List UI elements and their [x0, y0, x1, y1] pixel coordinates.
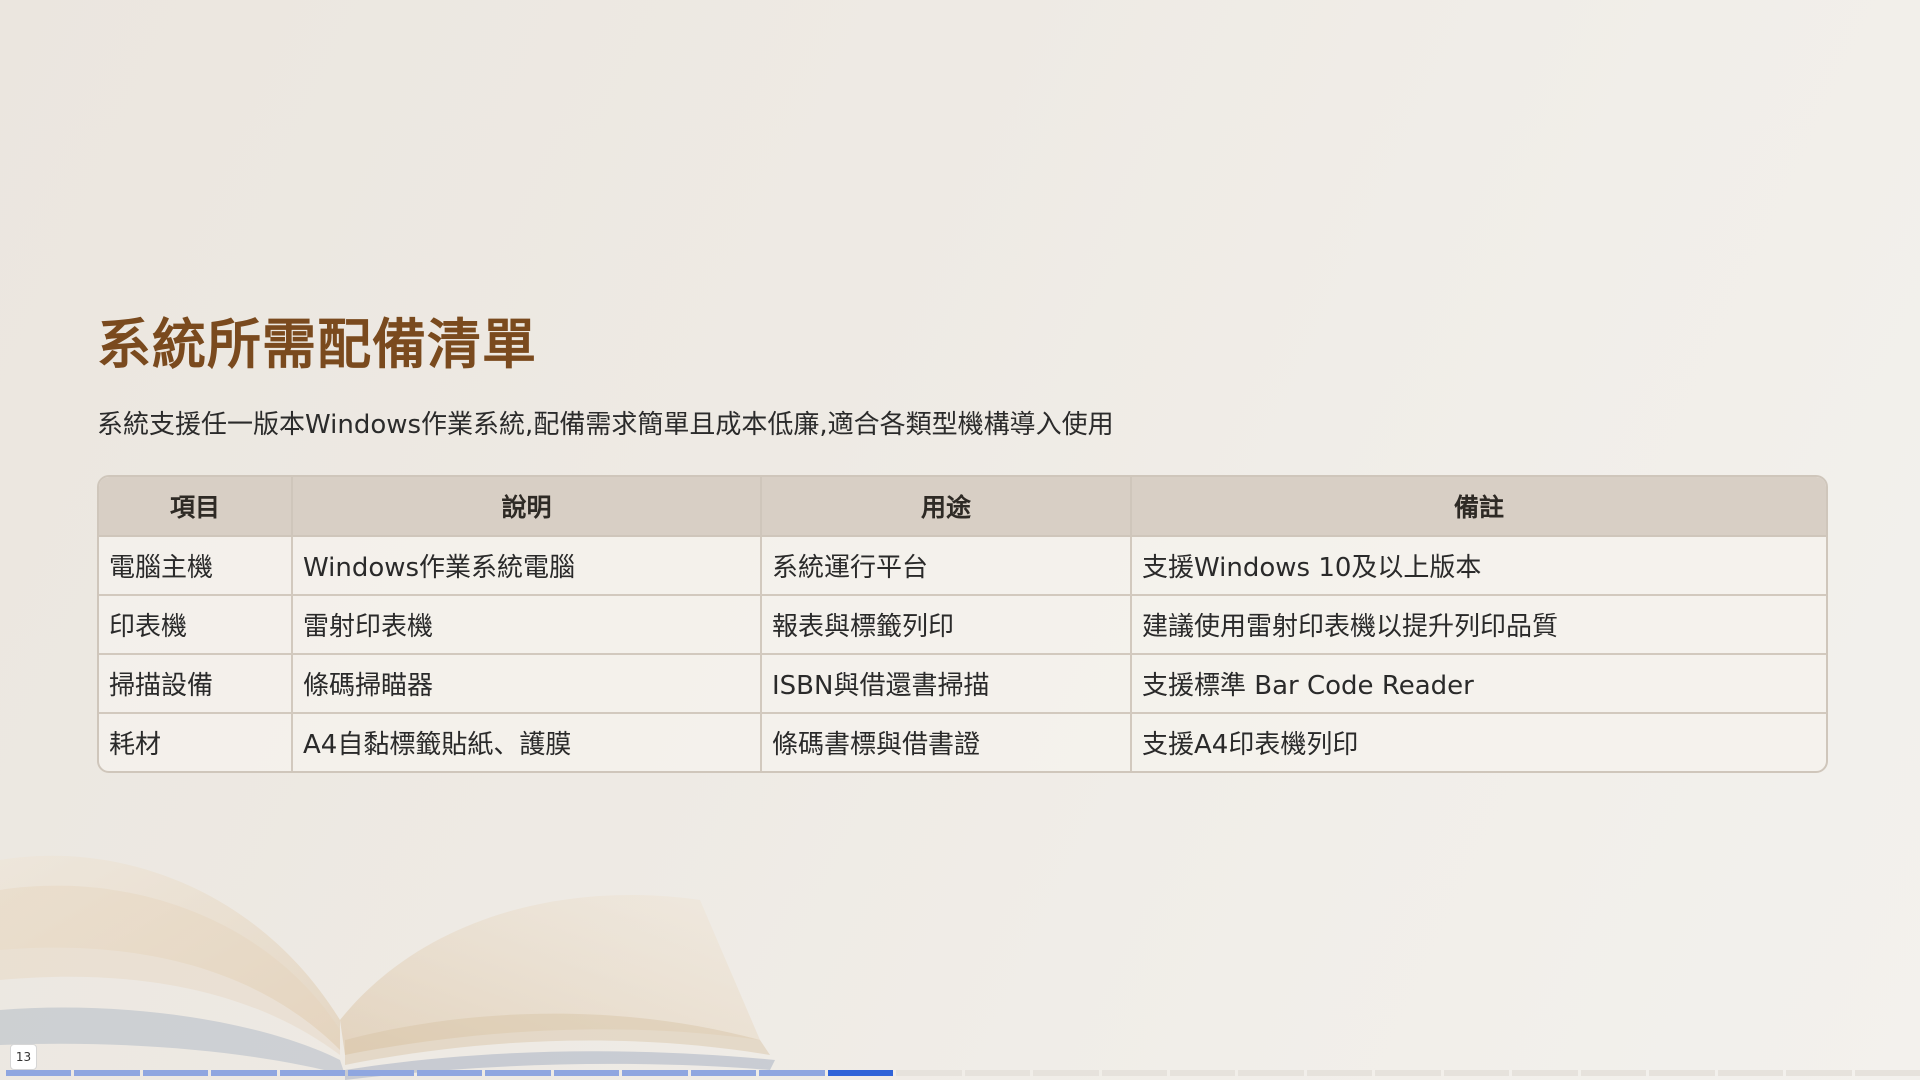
progress-segment[interactable] — [1717, 1070, 1784, 1076]
table-row: 掃描設備 條碼掃瞄器 ISBN與借還書掃描 支援標準 Bar Code Read… — [99, 654, 1826, 714]
progress-segment[interactable] — [1306, 1070, 1373, 1076]
progress-segment[interactable] — [1169, 1070, 1236, 1076]
progress-segment[interactable] — [348, 1070, 414, 1076]
table-cell: 電腦主機 — [99, 536, 293, 596]
progress-segment[interactable] — [279, 1070, 346, 1076]
column-header-description: 說明 — [292, 477, 762, 537]
table-cell: 掃描設備 — [99, 654, 293, 714]
progress-segment[interactable] — [1101, 1070, 1167, 1076]
equipment-table: 項目 說明 用途 備註 電腦主機 Windows作業系統電腦 系統運行平台 支援… — [97, 475, 1828, 773]
table-cell: 雷射印表機 — [292, 595, 762, 655]
progress-segment[interactable] — [964, 1070, 1031, 1076]
table-cell: Windows作業系統電腦 — [292, 536, 762, 596]
progress-segment[interactable] — [1512, 1070, 1578, 1076]
table-cell: 支援標準 Bar Code Reader — [1131, 654, 1826, 714]
progress-segment[interactable] — [622, 1070, 688, 1076]
progress-segment[interactable] — [1649, 1070, 1715, 1076]
table-cell: 支援A4印表機列印 — [1142, 730, 1359, 760]
table-cell: A4自黏標籤貼紙、護膜 — [292, 713, 762, 771]
open-book-illustration — [0, 855, 775, 1080]
progress-segment[interactable] — [485, 1070, 551, 1076]
progress-segment[interactable] — [759, 1070, 825, 1076]
table-cell: 條碼掃瞄器 — [292, 654, 762, 714]
table-cell: 耗材 — [99, 713, 293, 771]
progress-segment[interactable] — [690, 1070, 757, 1076]
table-cell: 印表機 — [99, 595, 293, 655]
table-row: 電腦主機 Windows作業系統電腦 系統運行平台 支援Windows 10及以… — [99, 536, 1826, 596]
progress-segment[interactable] — [1238, 1070, 1304, 1076]
table-cell: 支援Windows 10及以上版本 — [1131, 536, 1826, 596]
progress-segment[interactable] — [1033, 1070, 1099, 1076]
slide-subtitle: 系統支援任一版本Windows作業系統,配備需求簡單且成本低廉,適合各類型機構導… — [97, 410, 1114, 440]
table-cell: 系統運行平台 — [761, 536, 1132, 596]
table-row: 耗材 A4自黏標籤貼紙、護膜 條碼書標與借書證 支援A4印表機列印 — [99, 713, 1826, 771]
table-cell: 條碼書標與借書證 — [761, 713, 1132, 771]
progress-segment[interactable] — [1786, 1070, 1852, 1076]
progress-segment[interactable] — [1580, 1070, 1647, 1076]
column-header-item: 項目 — [99, 477, 293, 537]
progress-segment[interactable] — [211, 1070, 277, 1076]
table-cell: ISBN與借還書掃描 — [761, 654, 1132, 714]
table-cell: 報表與標籤列印 — [761, 595, 1132, 655]
slide-title: 系統所需配備清單 — [97, 313, 537, 376]
progress-segment[interactable] — [553, 1070, 620, 1076]
progress-segment[interactable] — [1443, 1070, 1510, 1076]
column-header-notes: 備註 — [1131, 477, 1826, 537]
slide-progress-bar[interactable] — [6, 1070, 1920, 1078]
table-header-row: 項目 說明 用途 備註 — [99, 477, 1826, 537]
page-number-badge: 13 — [10, 1044, 37, 1070]
progress-segment[interactable] — [896, 1070, 962, 1076]
progress-segment[interactable] — [74, 1070, 140, 1076]
progress-segment[interactable] — [1375, 1070, 1441, 1076]
progress-segment[interactable] — [6, 1070, 72, 1076]
column-header-purpose: 用途 — [761, 477, 1132, 537]
progress-segment[interactable] — [416, 1070, 483, 1076]
table-cell: 建議使用雷射印表機以提升列印品質 — [1131, 595, 1826, 655]
progress-segment[interactable] — [1854, 1070, 1920, 1076]
progress-segment[interactable] — [827, 1070, 894, 1076]
progress-segment[interactable] — [142, 1070, 209, 1076]
table-row: 印表機 雷射印表機 報表與標籤列印 建議使用雷射印表機以提升列印品質 — [99, 595, 1826, 655]
